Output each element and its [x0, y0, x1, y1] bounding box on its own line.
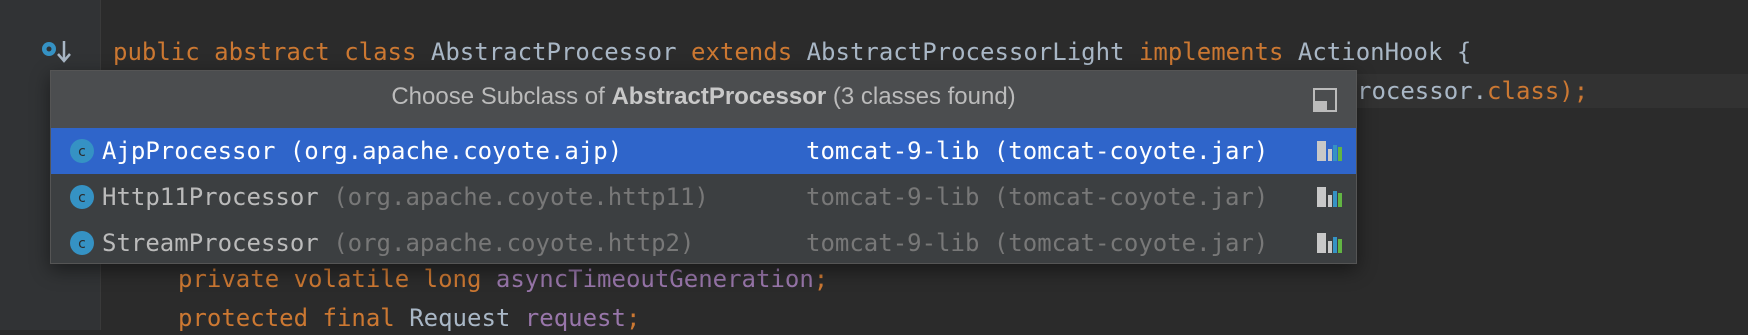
interface-name: ActionHook {	[1297, 38, 1472, 66]
keyword: implements	[1138, 38, 1284, 66]
class-name: AbstractProcessor	[430, 38, 677, 66]
popup-header: Choose Subclass of AbstractProcessor (3 …	[51, 71, 1356, 130]
keyword: final	[322, 304, 395, 332]
class-name: StreamProcessor (org.apache.coyote.http2…	[102, 226, 694, 260]
item-name: AjpProcessor	[102, 137, 276, 165]
keyword: public	[113, 38, 200, 66]
library-icon	[1317, 233, 1342, 253]
keyword: volatile	[293, 265, 410, 293]
code-text: );	[1559, 77, 1589, 105]
title-count: (3 classes found)	[826, 83, 1016, 110]
svg-text:c: c	[78, 236, 86, 252]
keyword: long	[423, 265, 482, 293]
class-name: Http11Processor (org.apache.coyote.http1…	[102, 180, 709, 214]
class-name: AjpProcessor (org.apache.coyote.ajp)	[102, 134, 622, 168]
library-icon	[1317, 141, 1342, 161]
code-line-class-declaration[interactable]: public abstract class AbstractProcessor …	[113, 35, 1471, 69]
pin-window-icon[interactable]	[1312, 87, 1338, 113]
class-icon: c	[70, 231, 94, 255]
field-name: request	[524, 304, 626, 332]
item-package: (org.apache.coyote.http11)	[333, 183, 709, 211]
item-library: tomcat-9-lib (tomcat-coyote.jar)	[806, 229, 1269, 257]
popup-title: Choose Subclass of AbstractProcessor (3 …	[51, 83, 1356, 111]
type-name: Request	[409, 304, 511, 332]
code-line-field-timeout[interactable]: private volatile long asyncTimeoutGenera…	[178, 262, 828, 296]
code-line-2[interactable]: rocessor.class);	[1357, 74, 1588, 108]
class-icon: c	[70, 139, 94, 163]
library-icon	[1317, 187, 1342, 207]
list-item[interactable]: c StreamProcessor (org.apache.coyote.htt…	[51, 220, 1356, 266]
title-class-name: AbstractProcessor	[611, 83, 827, 110]
choose-subclass-popup: Choose Subclass of AbstractProcessor (3 …	[50, 70, 1357, 264]
code-text: rocessor.	[1357, 77, 1488, 105]
item-name: StreamProcessor	[102, 229, 319, 257]
parent-class: AbstractProcessorLight	[806, 38, 1125, 66]
code-text: ;	[813, 265, 829, 293]
item-library: tomcat-9-lib (tomcat-coyote.jar)	[806, 183, 1269, 211]
keyword: protected	[178, 304, 309, 332]
overridden-methods-icon[interactable]	[40, 38, 74, 64]
list-item[interactable]: c AjpProcessor (org.apache.coyote.ajp) t…	[51, 128, 1356, 174]
item-name: Http11Processor	[102, 183, 319, 211]
svg-text:c: c	[78, 144, 86, 160]
keyword: class	[1487, 77, 1560, 105]
title-prefix: Choose Subclass of	[391, 83, 612, 110]
list-item[interactable]: c Http11Processor (org.apache.coyote.htt…	[51, 174, 1356, 220]
keyword: abstract	[214, 38, 330, 66]
keyword: extends	[691, 38, 793, 66]
class-icon: c	[70, 185, 94, 209]
keyword: private	[178, 265, 280, 293]
item-package: (org.apache.coyote.ajp)	[289, 137, 623, 165]
keyword: class	[344, 38, 417, 66]
item-package: (org.apache.coyote.http2)	[333, 229, 695, 257]
item-library: tomcat-9-lib (tomcat-coyote.jar)	[806, 137, 1269, 165]
code-text: ;	[625, 304, 641, 332]
field-name: asyncTimeoutGeneration	[495, 265, 814, 293]
svg-text:c: c	[78, 190, 86, 206]
